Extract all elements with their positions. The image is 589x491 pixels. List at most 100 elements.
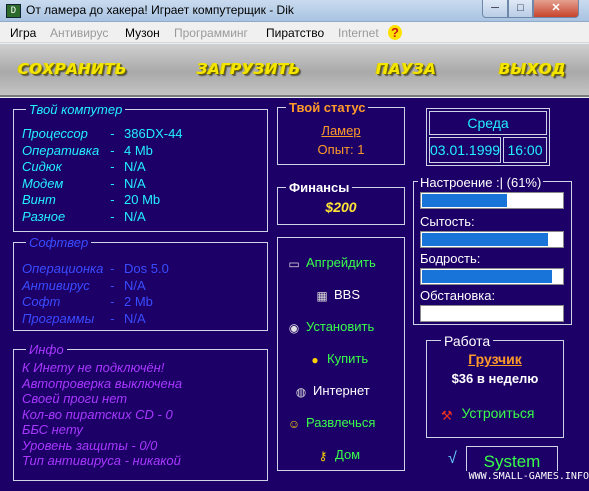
meter-label: Обстановка: [420, 288, 496, 303]
software-label: Антивирус [22, 277, 90, 293]
menu-game[interactable]: Игра [10, 26, 36, 40]
close-button[interactable]: ✕ [533, 0, 579, 18]
internet-label: Интернет [313, 383, 370, 398]
computer-separator: - [110, 175, 115, 191]
maximize-button[interactable]: □ [508, 0, 533, 18]
computer-icon: ▭ [288, 257, 300, 271]
computer-separator: - [110, 159, 115, 174]
pause-button[interactable]: ПАУЗА [376, 60, 437, 78]
computer-label: Разное [22, 208, 66, 224]
meter-bar [420, 231, 564, 248]
smiley-icon: ☺ [287, 417, 301, 431]
menu-piracy[interactable]: Пиратство [266, 26, 324, 40]
meter-bar [420, 268, 564, 285]
minimize-button[interactable]: ─ [482, 0, 508, 18]
buy-label: Купить [327, 351, 369, 366]
meter-bar [420, 192, 564, 209]
hammer-icon: ⚒ [441, 408, 453, 423]
meter-label: Настроение :| (61%) [418, 175, 544, 190]
software-separator: - [110, 277, 115, 293]
computer-value: N/A [124, 208, 146, 224]
menu-programming[interactable]: Программинг [174, 26, 248, 40]
software-panel-title: Софтвер [26, 235, 92, 250]
info-line: К Инету не подключён! [22, 360, 165, 375]
software-value: 2 Mb [124, 294, 153, 309]
fun-label: Развлечься [306, 415, 376, 430]
info-line: Кол-во пиратских CD - 0 [22, 406, 173, 422]
save-button[interactable]: СОХРАНИТЬ [18, 60, 127, 78]
status-rank[interactable]: Ламер [278, 123, 404, 138]
software-label: Операционка [22, 261, 104, 276]
bbs-icon: ▦ [316, 289, 328, 303]
menu-bar: Игра Антивирус Музон Программинг Пиратст… [0, 22, 589, 43]
upgrade-button[interactable]: ▭ Апгрейдить [287, 255, 376, 271]
menu-internet[interactable]: Internet [338, 26, 379, 40]
buy-button[interactable]: ● Купить [308, 351, 368, 367]
date: 03.01.1999 [429, 137, 501, 163]
meter-bar [420, 305, 564, 322]
meter-fill [422, 194, 507, 207]
watermark: WWW.SMALL-GAMES.INFO [444, 471, 589, 484]
computer-panel-title: Твой компутер [26, 102, 126, 117]
window-title: От ламера до хакера! Играет компутерщик … [26, 3, 294, 17]
help-icon[interactable]: ? [388, 25, 402, 40]
upgrade-label: Апгрейдить [306, 255, 376, 270]
coin-icon: ● [311, 353, 319, 367]
meter-label: Сытость: [420, 214, 475, 229]
key-icon: ⚷ [318, 449, 328, 463]
toolbar: СОХРАНИТЬ ЗАГРУЗИТЬ ПАУЗА ВЫХОД [0, 44, 589, 97]
menu-music[interactable]: Музон [125, 26, 160, 40]
bbs-label: BBS [334, 287, 361, 302]
fun-button[interactable]: ☺ Развлечься [287, 415, 376, 431]
software-separator: - [110, 310, 115, 326]
software-panel: Софтвер Операционка - Dos 5.0 Антивирус - N/A… [13, 235, 268, 331]
software-separator: - [110, 261, 115, 276]
computer-value: 386DX-44 [124, 126, 183, 141]
work-panel: Работа Грузчик $36 в неделю ⚒ Устроиться [426, 333, 564, 438]
computer-panel: Твой компутер Процессор -386DX-44 Оператив… [13, 102, 268, 232]
computer-label: Оперативка [22, 142, 100, 158]
computer-label: Винт [22, 192, 56, 207]
title-bar[interactable]: D От ламера до хакера! Играет компутерщи… [0, 0, 589, 22]
globe-icon: ◍ [295, 385, 307, 399]
checkmark-icon: √ [448, 450, 457, 467]
apply-job-button[interactable]: ⚒ Устроиться [441, 405, 535, 424]
software-separator: - [110, 294, 115, 309]
home-label: Дом [335, 447, 361, 462]
computer-separator: - [110, 208, 115, 224]
actions-panel: ▭ Апгрейдить ▦ BBS ◉ Установить ● Купить ◍ Интерн… [277, 237, 405, 471]
finance-panel-title: Финансы [286, 180, 353, 195]
date-panel: Среда 03.01.1999 16:00 [426, 108, 550, 166]
load-button[interactable]: ЗАГРУЗИТЬ [197, 60, 301, 78]
computer-value: N/A [124, 159, 146, 174]
game-panel: Твой компутер Процессор -386DX-44 Оператив… [0, 98, 589, 491]
finance-amount: $200 [325, 199, 357, 215]
install-button[interactable]: ◉ Установить [287, 319, 374, 335]
job-name[interactable]: Грузчик [427, 351, 563, 367]
internet-button[interactable]: ◍ Интернет [294, 383, 370, 399]
info-line: Своей проги нет [22, 391, 128, 406]
exit-button[interactable]: ВЫХОД [499, 60, 566, 78]
computer-label: Сидюк [22, 159, 62, 174]
meter-label: Бодрость: [420, 251, 481, 266]
info-line: Уровень защиты - 0/0 [22, 437, 158, 453]
status-panel: Твой статус Ламер Опыт: 1 [277, 100, 405, 165]
computer-label: Модем [22, 175, 64, 191]
bbs-button[interactable]: ▦ BBS [315, 287, 360, 303]
cd-icon: ◉ [288, 321, 300, 335]
apply-job-label: Устроиться [461, 405, 535, 421]
info-line: Автопроверка выключена [22, 375, 183, 391]
software-value: N/A [124, 310, 146, 326]
home-button[interactable]: ⚷ Дом [316, 447, 361, 463]
info-line: Тип антивируса - никакой [22, 453, 181, 468]
meter-fill [422, 233, 548, 246]
computer-value: 4 Mb [124, 142, 153, 158]
menu-antivirus[interactable]: Антивирус [50, 26, 108, 40]
software-label: Софт [22, 294, 61, 309]
install-label: Установить [306, 319, 375, 334]
meter-fill [422, 270, 552, 283]
computer-value: 20 Mb [124, 192, 161, 207]
job-salary: $36 в неделю [451, 371, 539, 386]
software-value: N/A [124, 277, 146, 293]
time: 16:00 [503, 137, 547, 163]
